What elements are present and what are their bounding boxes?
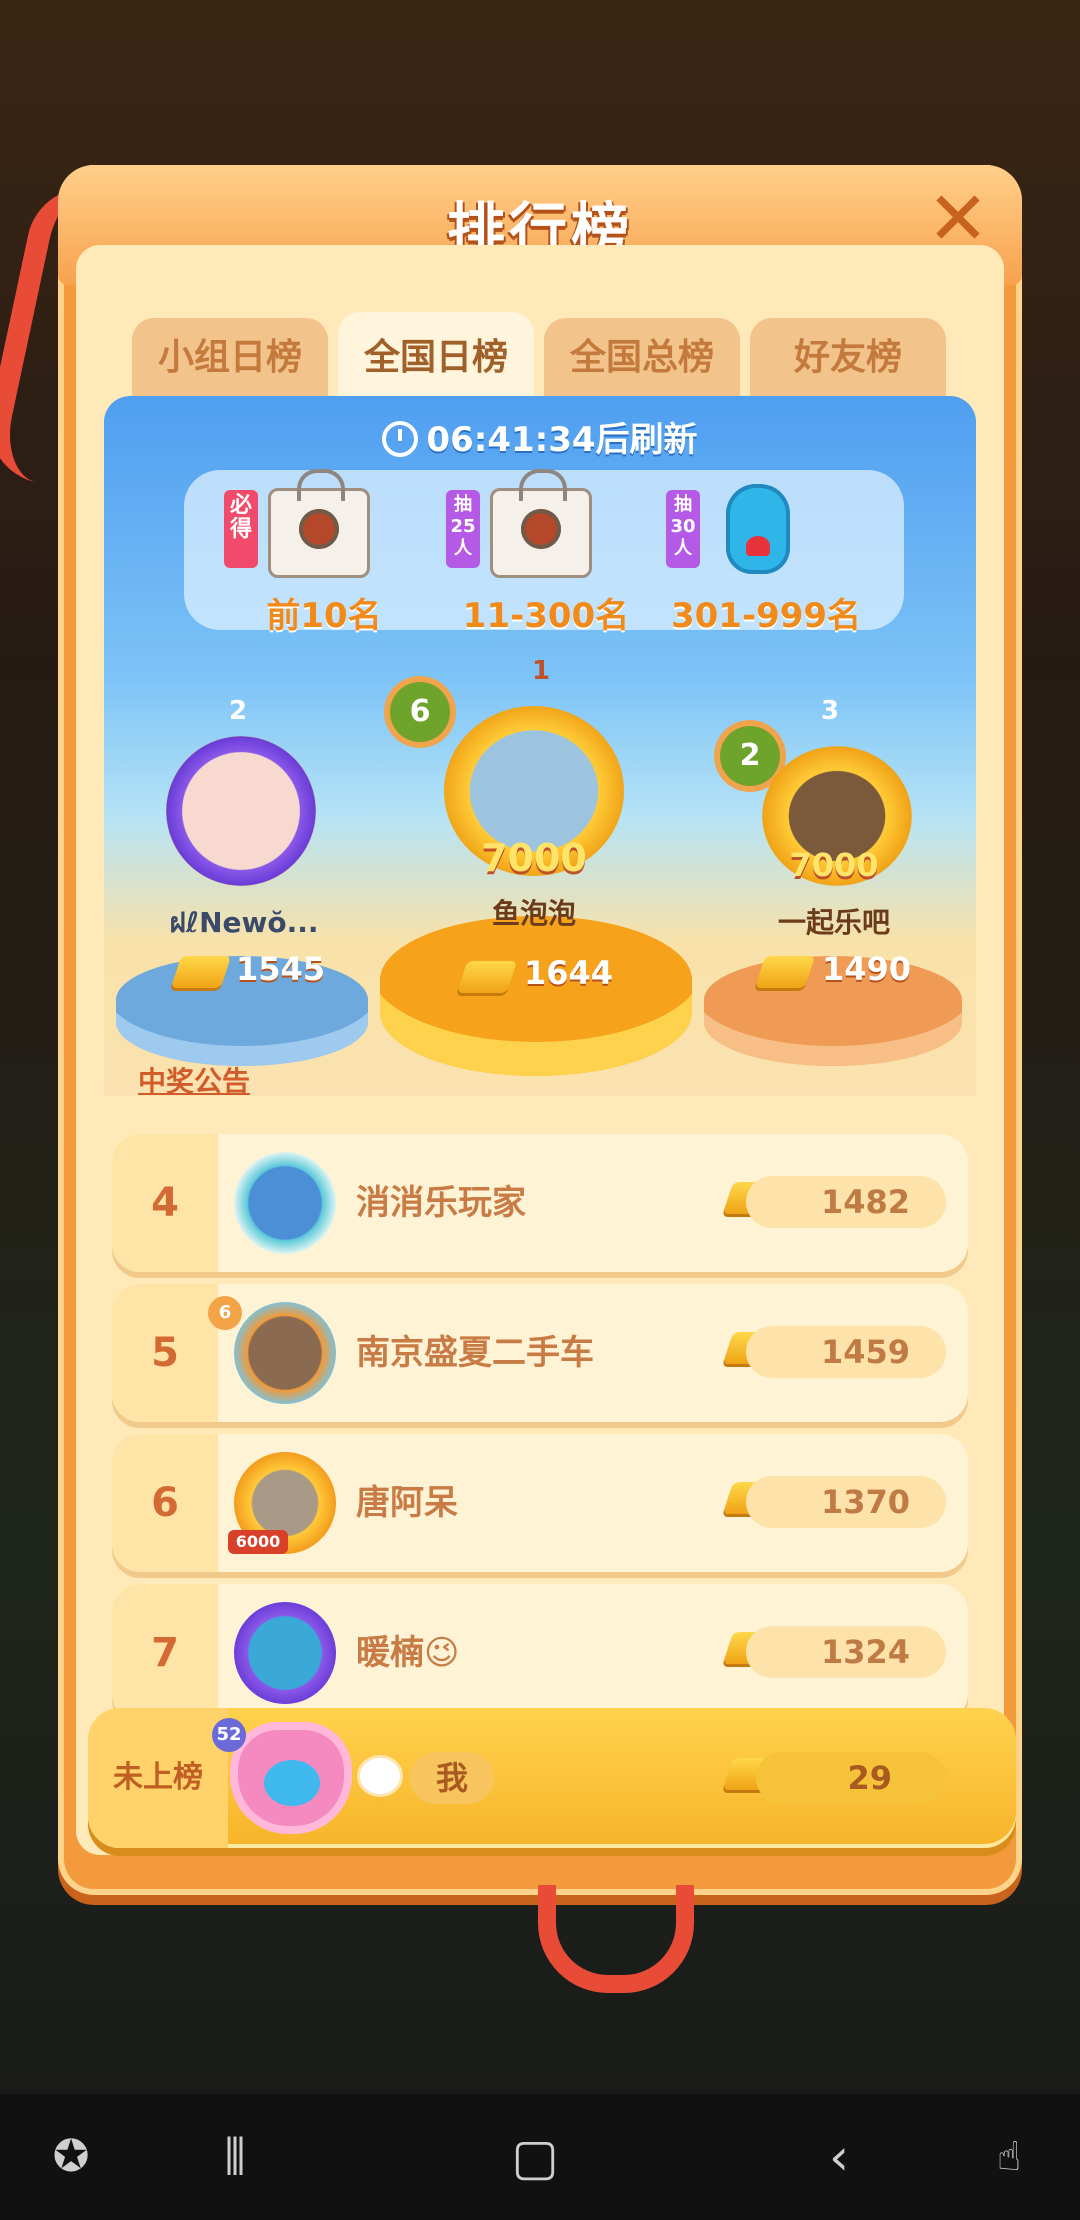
prize-label: 301-999名 bbox=[670, 596, 862, 636]
row-name: 南京盛夏二手车 bbox=[356, 1333, 594, 1373]
refresh-timer-text: 06:41:34后刷新 bbox=[426, 420, 698, 460]
recent-apps-icon[interactable]: ⦀ bbox=[200, 2124, 270, 2190]
table-row[interactable]: 4 消消乐玩家 1482 bbox=[112, 1134, 968, 1272]
gold-icon bbox=[456, 961, 518, 993]
prize-tag: 必得 bbox=[224, 490, 258, 568]
podium-third-score: 1490 bbox=[822, 950, 912, 988]
avatar bbox=[234, 1152, 336, 1254]
prize-301-999: 抽30人 301-999名 bbox=[666, 476, 866, 636]
podium-first-score: 1644 bbox=[524, 954, 614, 992]
podium-first-name: 鱼泡泡 bbox=[491, 897, 576, 930]
points-banner: 7000 bbox=[481, 836, 587, 880]
my-rank-status: 未上榜 bbox=[88, 1708, 228, 1848]
prize-tag: 抽25人 bbox=[446, 490, 480, 568]
level-badge: 6 bbox=[208, 1296, 242, 1330]
points-banner: 7000 bbox=[789, 846, 879, 884]
podium-second-avatar[interactable] bbox=[166, 736, 316, 886]
row-rank: 4 bbox=[112, 1134, 218, 1272]
tab-bar: 小组日榜 全国日榜 全国总榜 好友榜 bbox=[132, 312, 952, 398]
level-badge: 6 bbox=[390, 682, 450, 742]
podium-second-score: 1545 bbox=[236, 950, 326, 988]
row-rank: 7 bbox=[112, 1584, 218, 1722]
touch-lock-icon[interactable]: ☝ bbox=[974, 2124, 1044, 2190]
game-launcher-icon[interactable]: ✪ bbox=[36, 2124, 106, 2190]
avatar bbox=[234, 1302, 336, 1404]
row-rank: 6 bbox=[112, 1434, 218, 1572]
row-score: 1370 bbox=[746, 1476, 946, 1528]
back-icon[interactable]: ‹ bbox=[804, 2124, 874, 2190]
my-score: 29 bbox=[756, 1752, 946, 1804]
level-badge: 2 bbox=[720, 726, 780, 786]
podium-place: 2 bbox=[228, 696, 248, 726]
table-row[interactable]: 5 6 南京盛夏二手车 1459 bbox=[112, 1284, 968, 1422]
prize-11-300: 抽25人 11-300名 bbox=[446, 469, 646, 636]
table-row[interactable]: 6 6000 唐阿呆 1370 bbox=[112, 1434, 968, 1572]
row-score: 1459 bbox=[746, 1326, 946, 1378]
prize-label: 11-300名 bbox=[462, 596, 630, 636]
row-score: 1482 bbox=[746, 1176, 946, 1228]
crown-third-icon: 3 bbox=[800, 684, 860, 728]
prize-label: 前10名 bbox=[266, 596, 382, 636]
gift-bag-icon bbox=[268, 469, 370, 578]
avatar bbox=[234, 1602, 336, 1704]
podium-place: 3 bbox=[820, 696, 840, 726]
gold-icon bbox=[170, 956, 232, 988]
system-nav-bar: ✪ ⦀ ▢ ‹ ☝ bbox=[0, 2094, 1080, 2220]
podium-panel: 06:41:34后刷新 必得 前10名 抽25人 11-300名 抽30人 30… bbox=[104, 396, 976, 1096]
home-icon[interactable]: ▢ bbox=[500, 2124, 570, 2190]
gold-icon bbox=[754, 956, 816, 988]
gift-bag-icon bbox=[490, 469, 592, 578]
tab-friends[interactable]: 好友榜 bbox=[750, 318, 946, 398]
crown-second-icon: 2 bbox=[208, 684, 268, 728]
bunny-icon bbox=[360, 1758, 400, 1794]
prize-info[interactable]: 必得 前10名 抽25人 11-300名 抽30人 301-999名 bbox=[184, 469, 904, 636]
my-avatar bbox=[238, 1730, 344, 1826]
row-rank: 5 bbox=[112, 1284, 218, 1422]
refresh-timer: 06:41:34后刷新 bbox=[104, 412, 976, 461]
row-score: 1324 bbox=[746, 1626, 946, 1678]
podium-place: 1 bbox=[531, 656, 551, 686]
podium-third-name: 一起乐吧 bbox=[777, 906, 890, 939]
my-rank-row[interactable]: 未上榜 52 我 29 bbox=[88, 1708, 1016, 1848]
row-name: 唐阿呆 bbox=[356, 1483, 458, 1523]
crown-first-icon: 1 bbox=[506, 644, 576, 688]
tab-group-daily[interactable]: 小组日榜 bbox=[132, 318, 328, 398]
tab-national-daily[interactable]: 全国日榜 bbox=[338, 312, 534, 398]
podium-second-name: ฝℓNewŏ... bbox=[169, 906, 319, 939]
clock-icon bbox=[382, 421, 419, 457]
my-name: 我 bbox=[410, 1752, 494, 1804]
prize-tag: 抽30人 bbox=[666, 490, 700, 568]
score-badge: 6000 bbox=[228, 1530, 288, 1554]
podium-first bbox=[380, 916, 692, 1076]
level-badge: 52 bbox=[212, 1718, 246, 1752]
table-row[interactable]: 7 暖楠😉 1324 bbox=[112, 1584, 968, 1722]
row-name: 暖楠😉 bbox=[356, 1633, 460, 1673]
row-name: 消消乐玩家 bbox=[356, 1183, 526, 1223]
prize-top10: 必得 前10名 bbox=[224, 469, 424, 636]
tab-national-total[interactable]: 全国总榜 bbox=[544, 318, 740, 398]
hippo-plush-icon bbox=[726, 484, 790, 574]
winner-announcement-link[interactable]: 中奖公告 bbox=[138, 1060, 250, 1100]
